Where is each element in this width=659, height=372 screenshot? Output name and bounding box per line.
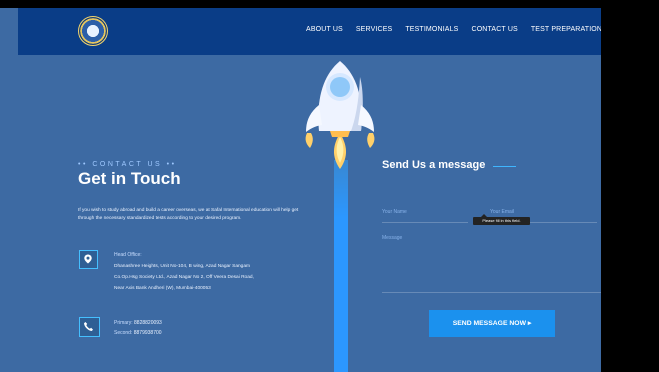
office-address: Dhanashree Heights, Unit No-104, B wing,… bbox=[114, 261, 319, 294]
location-pin-icon bbox=[84, 254, 92, 264]
address-line-3: Near Axis Bank Andheri (W), Mumbai-40005… bbox=[114, 286, 211, 291]
secondary-phone-row: Second: 8879938700 bbox=[114, 330, 162, 336]
contact-us-label: •• CONTACT US •• bbox=[78, 161, 177, 168]
nav-about-us[interactable]: ABOUT US bbox=[306, 26, 343, 33]
nav-services[interactable]: SERVICES bbox=[356, 26, 392, 33]
form-title: Send Us a message bbox=[382, 159, 486, 171]
secondary-phone[interactable]: 8879938700 bbox=[134, 330, 162, 336]
email-input[interactable]: Your Email bbox=[490, 209, 514, 215]
nav-test-preparation[interactable]: TEST PREPARATION bbox=[531, 26, 602, 33]
phone-icon-box bbox=[79, 317, 100, 337]
contact-page: ABOUT US SERVICES TESTIMONIALS CONTACT U… bbox=[0, 8, 659, 372]
office-icon-box bbox=[79, 250, 98, 269]
screen-frame: ABOUT US SERVICES TESTIMONIALS CONTACT U… bbox=[0, 0, 659, 372]
rocket-exhaust-beam bbox=[334, 160, 348, 372]
nav-testimonials[interactable]: TESTIMONIALS bbox=[405, 26, 458, 33]
primary-phone[interactable]: 8828820093 bbox=[134, 320, 162, 326]
rocket-icon bbox=[305, 61, 375, 169]
main-menu: ABOUT US SERVICES TESTIMONIALS CONTACT U… bbox=[306, 26, 602, 33]
nav-contact-us[interactable]: CONTACT US bbox=[472, 26, 518, 33]
intro-text: If you wish to study abroad and build a … bbox=[78, 208, 299, 221]
phone-icon bbox=[84, 322, 93, 331]
top-navigation-bar: ABOUT US SERVICES TESTIMONIALS CONTACT U… bbox=[18, 8, 603, 55]
primary-phone-row: Primary: 8828820093 bbox=[114, 320, 162, 326]
message-textarea[interactable]: Message bbox=[382, 235, 402, 241]
address-line-2: Co.Op.Hsg Society Ltd., Azad Nagar No 2,… bbox=[114, 275, 254, 280]
name-input-underline bbox=[382, 222, 468, 223]
school-emblem-logo[interactable] bbox=[78, 16, 108, 46]
name-input[interactable]: Your Name bbox=[382, 209, 407, 215]
validation-tooltip: Please fill in this field. bbox=[473, 214, 530, 225]
page-title: Get in Touch bbox=[78, 169, 181, 188]
message-underline bbox=[382, 292, 601, 293]
address-line-1: Dhanashree Heights, Unit No-104, B wing,… bbox=[114, 264, 250, 269]
head-office-label: Head Office: bbox=[114, 252, 142, 258]
phone-numbers: Primary: 8828820093 Second: 8879938700 bbox=[114, 318, 162, 338]
title-underline-divider bbox=[493, 166, 516, 167]
send-message-button[interactable]: SEND MESSAGE NOW ▸ bbox=[429, 310, 555, 337]
